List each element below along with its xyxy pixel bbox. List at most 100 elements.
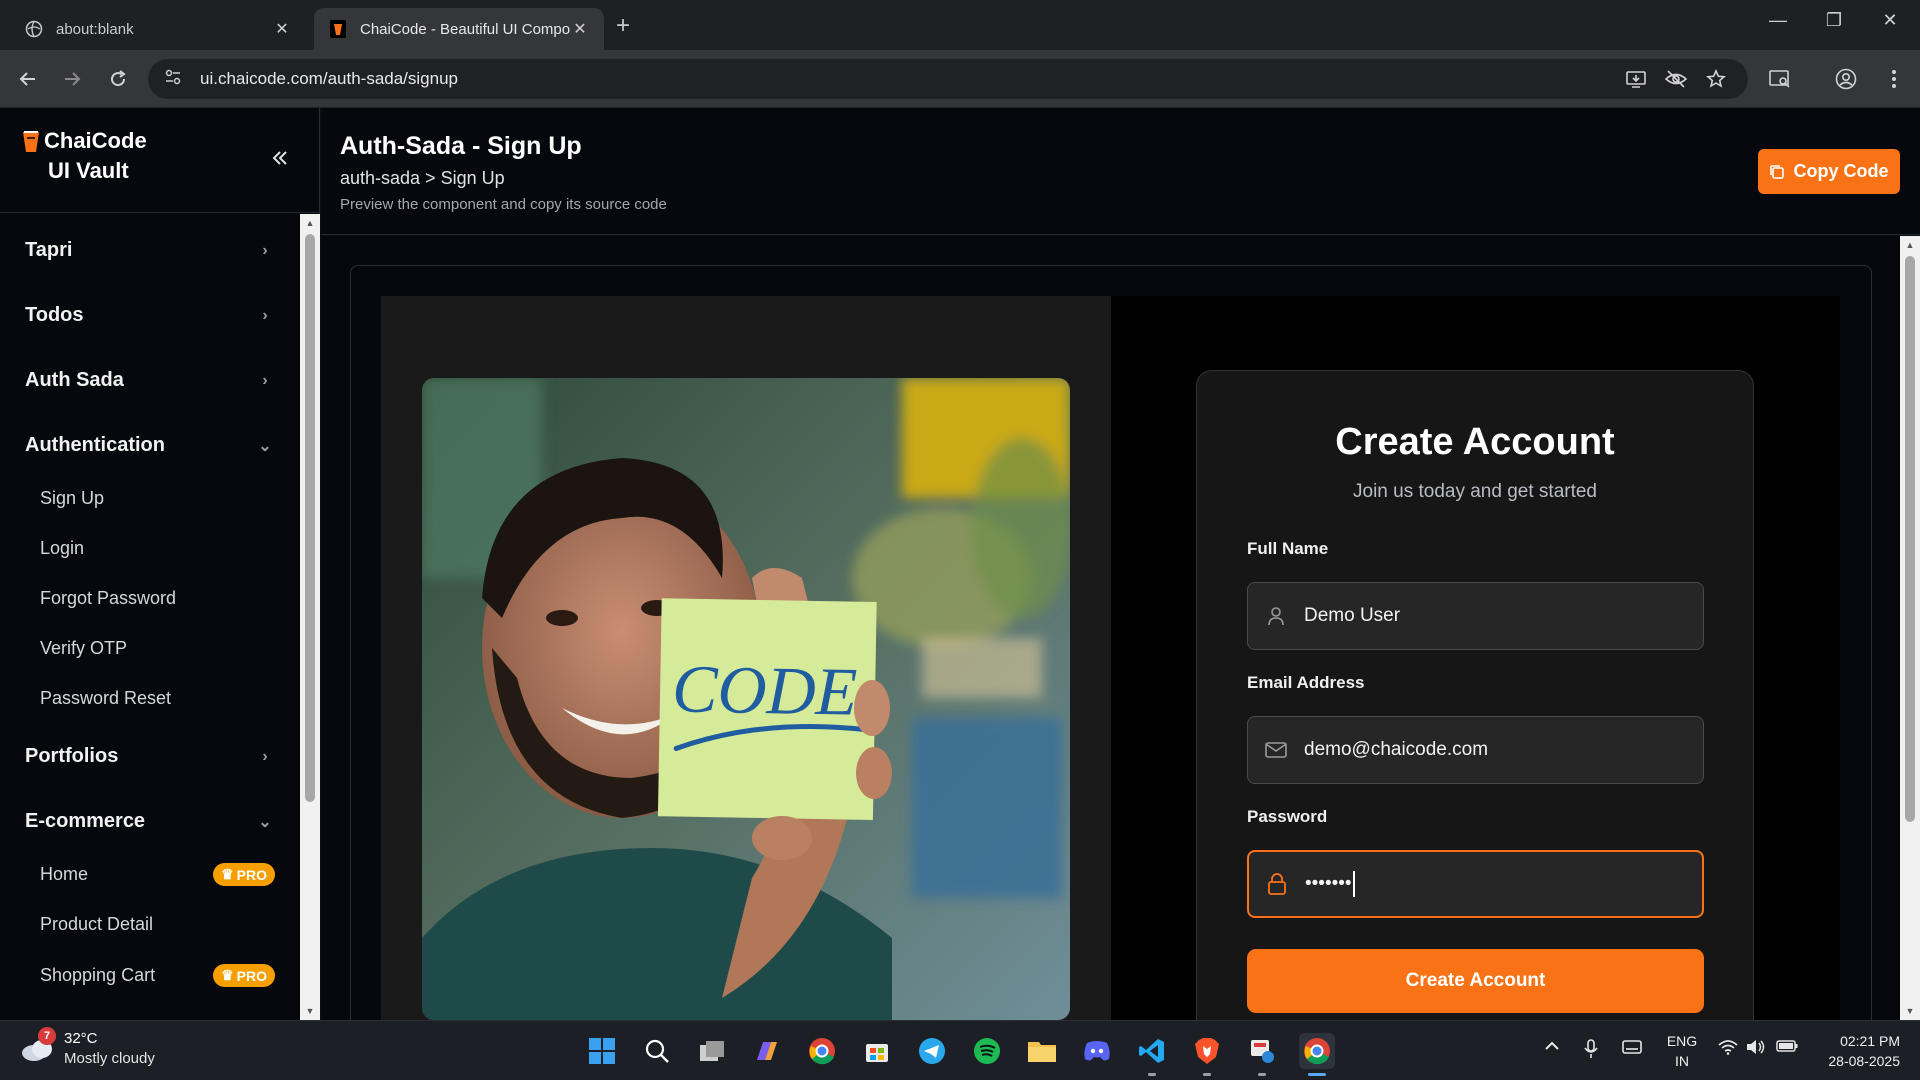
page-scrollbar[interactable]: ▲ ▼ [1900,236,1920,1020]
password-label: Password [1247,807,1328,826]
sidebar-item-label: Login [40,538,85,558]
restore-icon[interactable]: ❐ [1814,10,1854,31]
sidebar-item-sign-up[interactable]: Sign Up [40,488,275,509]
pro-badge: ♛ PRO [213,964,275,987]
keyboard-touch-icon[interactable] [1622,1039,1642,1058]
volume-icon[interactable] [1746,1039,1766,1058]
brave-icon[interactable] [1189,1033,1225,1069]
email-value: demo@chaicode.com [1304,739,1489,760]
weather-alert-badge: 7 [38,1027,56,1045]
sidebar-item-home[interactable]: Home ♛ PRO [40,863,275,886]
sidebar-group-ecommerce[interactable]: E-commerce ⌄ [25,810,275,833]
password-field[interactable]: ••••••• [1247,850,1704,918]
page-header: Auth-Sada - Sign Up auth-sada > Sign Up … [321,108,1920,235]
browser-tab-about-blank[interactable]: about:blank ✕ [10,8,306,50]
sidebar-scrollbar[interactable]: ▲ ▼ [300,214,320,1020]
sidebar-item-product-detail[interactable]: Product Detail [40,914,275,935]
chrome-active-icon[interactable] [1299,1033,1335,1069]
scrollbar-thumb[interactable] [305,234,315,802]
profile-icon[interactable] [1834,67,1858,91]
full-name-value: Demo User [1304,605,1401,626]
vscode-icon[interactable] [1134,1033,1170,1069]
scroll-up-arrow[interactable]: ▲ [1905,240,1915,250]
group-label: Tapri [25,239,73,261]
password-value: ••••••• [1305,873,1352,894]
weather-widget[interactable]: 7 32°C Mostly cloudy [20,1027,155,1069]
system-clock[interactable]: 02:21 PM 28-08-2025 [1810,1031,1900,1071]
sidebar-group-portfolios[interactable]: Portfolios › [25,745,275,768]
sticky-note-text: CODE [671,650,857,729]
telegram-icon[interactable] [914,1033,950,1069]
input-language[interactable]: ENG IN [1665,1031,1699,1071]
bookmark-star-icon[interactable] [1704,67,1728,91]
scroll-up-arrow[interactable]: ▲ [305,218,315,228]
close-tab-icon[interactable]: ✕ [272,19,292,39]
copy-code-button[interactable]: Copy Code [1758,149,1900,194]
browser-tab-chaicode[interactable]: ChaiCode - Beautiful UI Compo ✕ [314,8,604,50]
tab-title: about:blank [56,20,134,38]
scroll-down-arrow[interactable]: ▼ [305,1006,315,1016]
show-hidden-icons[interactable] [1544,1039,1560,1056]
snipping-tool-icon[interactable] [1244,1033,1280,1069]
sidebar-item-label: Verify OTP [40,638,128,658]
tab-search-icon[interactable] [1768,67,1792,91]
language-code: ENG [1666,1033,1698,1049]
chaicode-favicon [328,19,348,39]
taskbar: 7 32°C Mostly cloudy ENG IN 02:21 PM 28-… [0,1020,1920,1080]
search-icon[interactable] [639,1033,675,1069]
address-bar[interactable]: ui.chaicode.com/auth-sada/signup [148,59,1748,99]
chrome-icon[interactable] [804,1033,840,1069]
eye-off-icon[interactable] [1664,67,1688,91]
microphone-icon[interactable] [1584,1039,1598,1062]
menu-kebab-icon[interactable] [1882,67,1906,91]
sidebar-item-verify-otp[interactable]: Verify OTP [40,638,275,659]
email-field[interactable]: demo@chaicode.com [1247,716,1704,784]
forward-icon[interactable] [60,67,84,91]
discord-icon[interactable] [1079,1033,1115,1069]
sidebar-group-auth-sada[interactable]: Auth Sada › [25,369,275,392]
hero-photo: CODE [422,378,1070,1020]
spotify-icon[interactable] [969,1033,1005,1069]
back-icon[interactable] [16,67,40,91]
copilot-icon[interactable] [749,1033,785,1069]
sidebar-item-forgot-password[interactable]: Forgot Password [40,588,275,609]
brand-name: ChaiCode [44,128,147,153]
chevron-down-icon: ⌄ [258,437,272,455]
sidebar-item-password-reset[interactable]: Password Reset [40,688,275,709]
reload-icon[interactable] [106,67,130,91]
weather-temp: 32°C [64,1030,98,1047]
new-tab-button[interactable]: + [616,12,630,40]
wifi-icon[interactable] [1718,1039,1738,1058]
lock-icon [1265,872,1289,896]
site-info-icon[interactable] [164,68,186,91]
full-name-field[interactable]: Demo User [1247,582,1704,650]
scrollbar-thumb[interactable] [1905,256,1915,822]
collapse-sidebar-icon[interactable] [270,148,294,172]
signup-card: Create Account Join us today and get sta… [1196,370,1754,1050]
store-icon[interactable] [859,1033,895,1069]
crown-icon: ♛ [221,967,234,983]
sidebar-item-label: Product Detail [40,914,154,934]
sidebar-item-shopping-cart[interactable]: Shopping Cart ♛ PRO [40,964,275,987]
battery-icon[interactable] [1776,1039,1798,1056]
file-explorer-icon[interactable] [1024,1033,1060,1069]
sidebar-group-todos[interactable]: Todos › [25,304,275,327]
close-tab-icon[interactable]: ✕ [570,19,590,39]
weather-condition: Mostly cloudy [64,1050,155,1067]
brand-logo[interactable]: ChaiCode UI Vault [20,128,220,184]
install-app-icon[interactable] [1624,67,1648,91]
clock-date: 28-08-2025 [1828,1053,1900,1069]
sidebar-group-tapri[interactable]: Tapri › [25,239,275,262]
email-label: Email Address [1247,673,1365,692]
close-window-icon[interactable]: ✕ [1870,10,1910,31]
mail-icon [1264,738,1288,762]
create-account-button[interactable]: Create Account [1247,949,1704,1013]
windows-start-icon[interactable] [584,1033,620,1069]
sidebar-group-authentication[interactable]: Authentication ⌄ [25,434,275,457]
task-view-icon[interactable] [694,1033,730,1069]
minimize-icon[interactable]: — [1758,10,1798,31]
sidebar-item-login[interactable]: Login [40,538,275,559]
chevron-right-icon: › [262,241,268,259]
scroll-down-arrow[interactable]: ▼ [1905,1006,1915,1016]
chevron-down-icon: ⌄ [258,813,272,831]
